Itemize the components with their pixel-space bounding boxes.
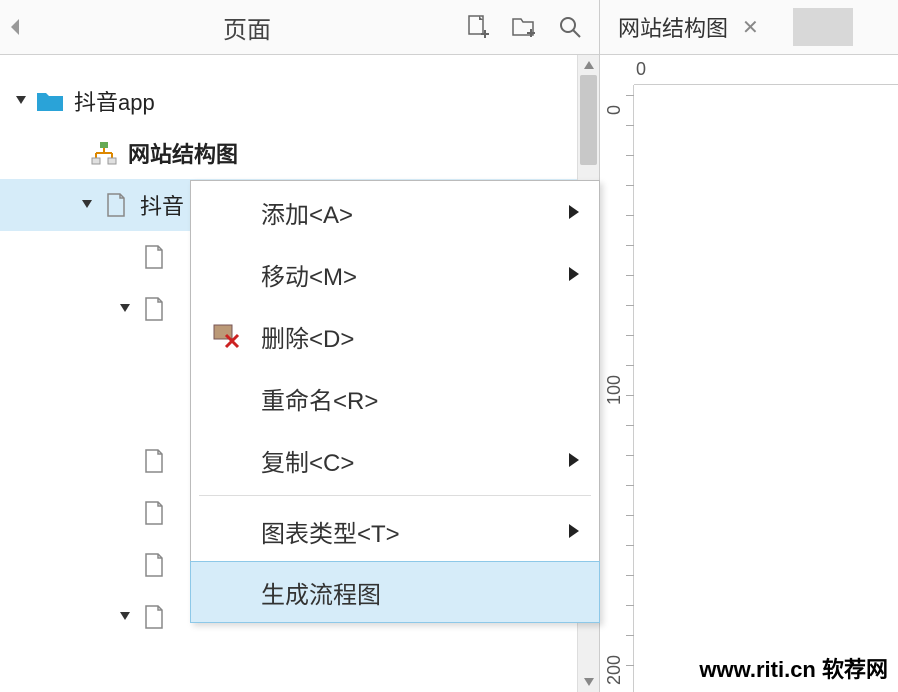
expand-toggle-icon[interactable] <box>12 92 30 110</box>
menu-rename[interactable]: 重命名<R> <box>191 367 599 429</box>
submenu-arrow-icon <box>569 260 579 288</box>
submenu-arrow-icon <box>569 198 579 226</box>
page-icon <box>140 551 168 579</box>
menu-add[interactable]: 添加<A> <box>191 181 599 243</box>
sitemap-icon <box>90 139 118 167</box>
tree-item-label: 抖音app <box>74 85 155 117</box>
ruler-area: 0 0 100 200 <box>600 55 898 692</box>
expand-toggle-icon[interactable] <box>116 608 134 626</box>
canvas-panel: 网站结构图 ✕ 0 0 100 200 <box>600 0 898 692</box>
context-menu: 添加<A> 移动<M> 删除<D> 重命名<R> <box>190 180 600 623</box>
canvas-tabs: 网站结构图 ✕ <box>600 0 898 55</box>
scroll-down-arrow-icon[interactable] <box>578 672 599 692</box>
tree-root-item[interactable]: 抖音app <box>0 75 599 127</box>
menu-item-label: 重命名<R> <box>261 381 378 416</box>
add-folder-icon[interactable] <box>510 13 538 41</box>
menu-item-label: 图表类型<T> <box>261 514 400 549</box>
menu-chart-type[interactable]: 图表类型<T> <box>191 500 599 562</box>
submenu-arrow-icon <box>569 446 579 474</box>
menu-copy[interactable]: 复制<C> <box>191 429 599 491</box>
menu-item-label: 添加<A> <box>261 195 353 230</box>
menu-item-label: 移动<M> <box>261 257 357 292</box>
delete-icon <box>211 321 241 351</box>
menu-separator <box>199 495 591 496</box>
horizontal-ruler: 0 <box>634 55 898 85</box>
vertical-ruler: 0 100 200 <box>600 85 634 692</box>
page-icon <box>140 295 168 323</box>
active-tab-title[interactable]: 网站结构图 <box>618 11 728 43</box>
inactive-tab[interactable] <box>793 8 853 46</box>
page-icon <box>140 603 168 631</box>
expand-toggle-icon[interactable] <box>78 196 96 214</box>
watermark-text: www.riti.cn 软荐网 <box>699 652 888 684</box>
page-icon <box>102 191 130 219</box>
page-icon <box>140 447 168 475</box>
close-tab-icon[interactable]: ✕ <box>742 15 759 40</box>
panel-title: 页面 <box>30 10 464 45</box>
menu-delete[interactable]: 删除<D> <box>191 305 599 367</box>
search-icon[interactable] <box>556 13 584 41</box>
menu-item-label: 删除<D> <box>261 319 354 354</box>
scroll-thumb[interactable] <box>580 75 597 165</box>
page-icon <box>140 499 168 527</box>
scroll-up-arrow-icon[interactable] <box>578 55 599 75</box>
ruler-tick: 100 <box>604 375 625 405</box>
pages-panel: 页面 抖音app <box>0 0 600 692</box>
menu-item-label: 复制<C> <box>261 443 354 478</box>
ruler-tick: 0 <box>604 105 625 115</box>
folder-icon <box>36 87 64 115</box>
ruler-tick: 200 <box>604 655 625 685</box>
tree-item-label: 抖音 <box>140 189 184 221</box>
submenu-arrow-icon <box>569 517 579 545</box>
canvas[interactable] <box>634 85 898 692</box>
add-page-icon[interactable] <box>464 13 492 41</box>
tree-item-label: 网站结构图 <box>128 137 238 169</box>
menu-item-label: 生成流程图 <box>261 575 381 610</box>
menu-move[interactable]: 移动<M> <box>191 243 599 305</box>
tree-sitemap-item[interactable]: 网站结构图 <box>0 127 599 179</box>
expand-toggle-icon[interactable] <box>116 300 134 318</box>
panel-collapse-arrow[interactable] <box>0 17 30 37</box>
menu-generate-flowchart[interactable]: 生成流程图 <box>190 561 600 623</box>
page-icon <box>140 243 168 271</box>
ruler-tick: 0 <box>636 59 646 80</box>
pages-panel-header: 页面 <box>0 0 599 55</box>
